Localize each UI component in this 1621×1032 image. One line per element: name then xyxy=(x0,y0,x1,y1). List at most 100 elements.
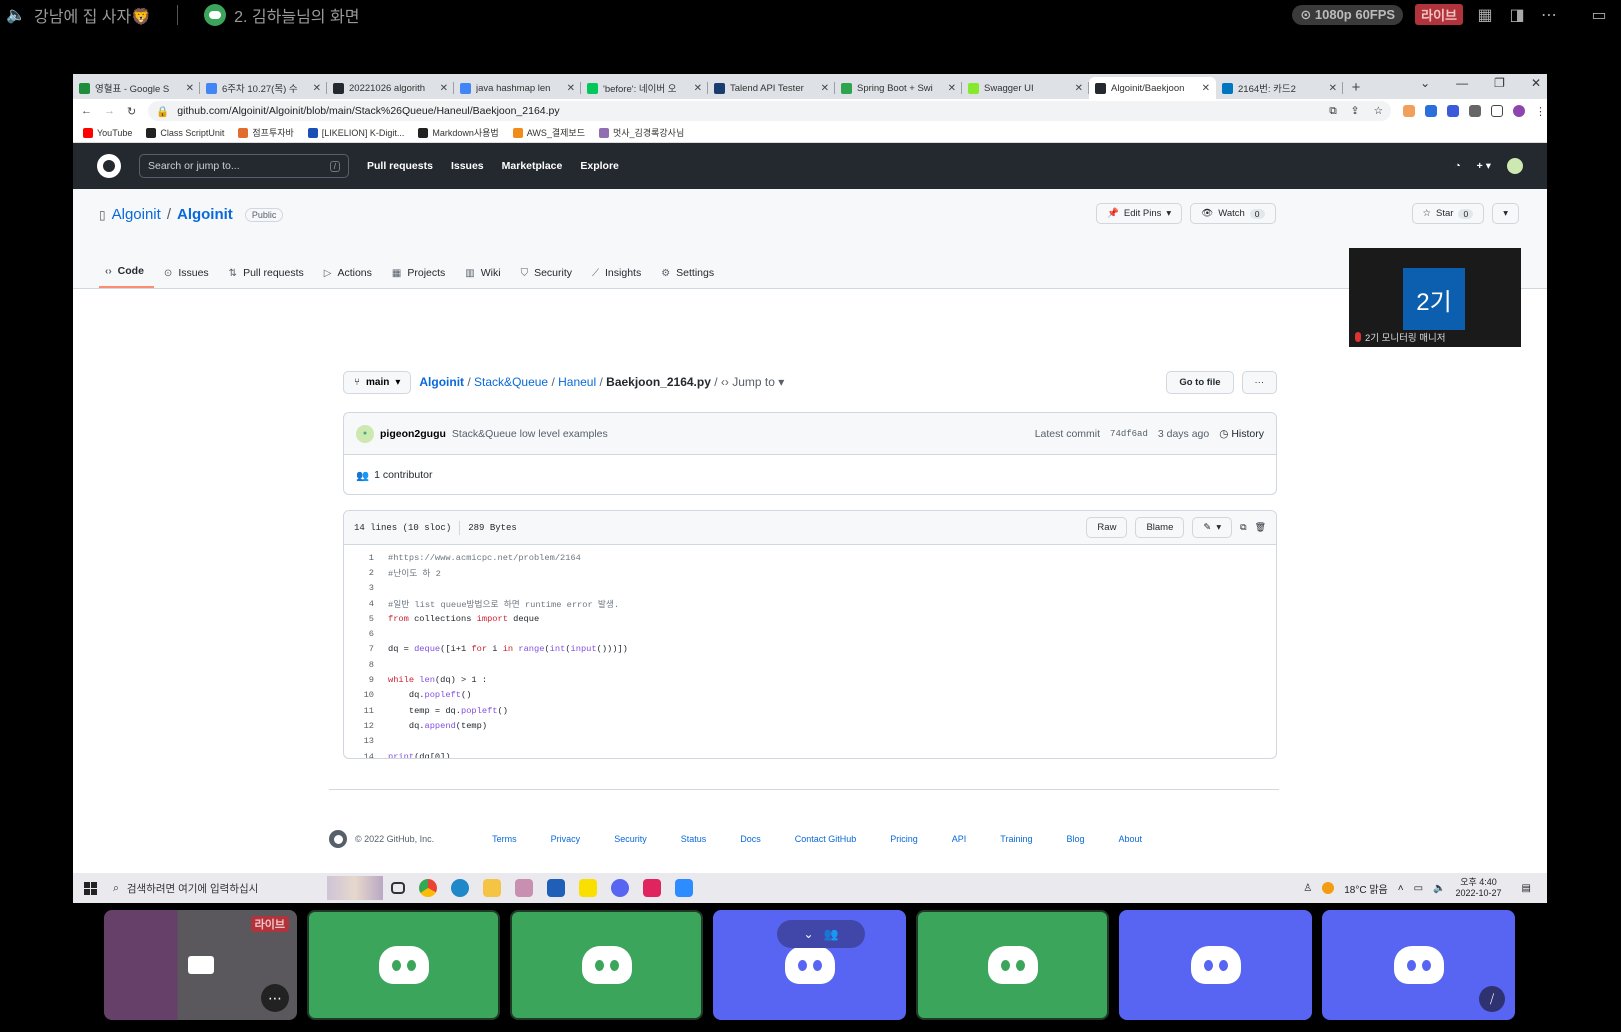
participant-avatar-tile[interactable] xyxy=(1119,910,1312,1020)
start-button[interactable] xyxy=(73,881,107,895)
chat-icon[interactable]: ▭ xyxy=(1589,5,1609,25)
file-explorer-icon[interactable] xyxy=(483,879,501,897)
more-options-button[interactable]: ··· xyxy=(1241,370,1277,394)
browser-tab[interactable]: Talend API Tester ✕ xyxy=(708,77,835,99)
bookmark-item[interactable]: 점프투자바 xyxy=(238,126,294,139)
clock[interactable]: 오후 4:40 2022-10-27 xyxy=(1456,877,1502,899)
repo-tab-actions[interactable]: ▷ Actions xyxy=(318,267,382,288)
tab-close-icon[interactable]: ✕ xyxy=(948,83,956,94)
branch-selector[interactable]: ⑂ main ▾ xyxy=(343,370,412,394)
author-avatar[interactable]: ● xyxy=(356,424,374,443)
url-field[interactable]: 🔒 github.com/Algoinit/Algoinit/blob/main… xyxy=(148,101,1391,121)
back-icon[interactable]: ← xyxy=(81,105,92,117)
footer-link[interactable]: Security xyxy=(614,834,647,844)
minimize-icon[interactable]: — xyxy=(1456,76,1468,90)
more-icon[interactable]: ⋯ xyxy=(261,984,289,1012)
reload-icon[interactable]: ↻ xyxy=(127,105,136,118)
kakaotalk-icon[interactable] xyxy=(579,879,597,897)
browser-tab[interactable]: 20221026 algorith ✕ xyxy=(327,77,454,99)
trash-icon[interactable]: 🗑 xyxy=(1255,522,1266,533)
task-view-icon[interactable] xyxy=(391,882,405,894)
repo-tab-issues[interactable]: ⊙ Issues xyxy=(158,267,219,288)
create-new-icon[interactable]: + ▾ xyxy=(1477,160,1491,172)
nav-marketplace[interactable]: Marketplace xyxy=(502,160,563,172)
line-number[interactable]: 11 xyxy=(344,706,374,716)
line-number[interactable]: 13 xyxy=(344,736,374,746)
browser-tab[interactable]: Algoinit/Baekjoon ✕ xyxy=(1089,77,1216,99)
line-number[interactable]: 2 xyxy=(344,568,374,578)
footer-link[interactable]: Terms xyxy=(492,834,517,844)
notifications-icon[interactable]: ◔ xyxy=(1454,160,1460,172)
notification-center-icon[interactable]: ▤ xyxy=(1522,883,1531,894)
go-to-file-button[interactable]: Go to file xyxy=(1166,370,1234,394)
github-logo-icon[interactable] xyxy=(97,154,121,178)
sidepanel-icon[interactable] xyxy=(1491,105,1503,117)
line-number[interactable]: 1 xyxy=(344,553,374,563)
repo-tab-settings[interactable]: ⚙ Settings xyxy=(655,267,724,288)
restore-icon[interactable]: ❐ xyxy=(1494,76,1505,90)
copy-icon[interactable]: ⧉ xyxy=(1240,522,1246,533)
bookmark-item[interactable]: [LIKELION] K-Digit... xyxy=(307,127,404,138)
repo-tab-projects[interactable]: ▦ Projects xyxy=(386,267,455,288)
raw-button[interactable]: Raw xyxy=(1086,517,1128,538)
tab-close-icon[interactable]: ✕ xyxy=(313,83,321,94)
line-number[interactable]: 12 xyxy=(344,721,374,731)
tab-close-icon[interactable]: ✕ xyxy=(1075,83,1083,94)
tab-close-icon[interactable]: ✕ xyxy=(567,83,575,94)
repo-owner-link[interactable]: Algoinit xyxy=(112,206,161,223)
extension-k-icon[interactable] xyxy=(1425,105,1437,117)
tab-close-icon[interactable]: ✕ xyxy=(186,83,194,94)
breadcrumb-root[interactable]: Algoinit xyxy=(419,375,464,389)
browser-tab[interactable]: Swagger UI ✕ xyxy=(962,77,1089,99)
store-icon[interactable] xyxy=(547,879,565,897)
breadcrumb-subfolder[interactable]: Haneul xyxy=(558,375,596,389)
footer-link[interactable]: About xyxy=(1119,834,1143,844)
chrome-icon[interactable] xyxy=(419,879,437,897)
bookmark-item[interactable]: YouTube xyxy=(83,127,132,138)
new-tab-button[interactable]: + xyxy=(1343,77,1369,99)
kebab-menu-icon[interactable]: ⋮ xyxy=(1535,105,1546,118)
nav-pull-requests[interactable]: Pull requests xyxy=(367,160,433,172)
github-search-input[interactable]: Search or jump to... / xyxy=(139,154,349,178)
intellij-icon[interactable] xyxy=(643,879,661,897)
app-icon[interactable] xyxy=(515,879,533,897)
profile-avatar[interactable] xyxy=(1513,105,1525,117)
user-avatar[interactable] xyxy=(1507,158,1523,174)
line-number[interactable]: 9 xyxy=(344,675,374,685)
contributors-count[interactable]: 1 contributor xyxy=(374,469,432,481)
jump-to-dropdown[interactable]: ‹› Jump to ▾ xyxy=(721,375,784,389)
browser-tab[interactable]: 영혈표 - Google S ✕ xyxy=(73,77,200,99)
commit-sha[interactable]: 74df6ad xyxy=(1110,429,1148,439)
commit-message[interactable]: Stack&Queue low level examples xyxy=(452,428,608,440)
edge-icon[interactable] xyxy=(451,879,469,897)
participant-avatar-tile[interactable]: ⧸ xyxy=(1322,910,1515,1020)
bookmark-item[interactable]: Class ScriptUnit xyxy=(146,127,224,138)
line-number[interactable]: 3 xyxy=(344,583,374,593)
commit-author[interactable]: pigeon2gugu xyxy=(380,428,446,440)
forward-icon[interactable]: → xyxy=(104,105,115,117)
footer-link[interactable]: Blog xyxy=(1066,834,1084,844)
popout-icon[interactable]: ◨ xyxy=(1507,5,1527,25)
repo-name-link[interactable]: Algoinit xyxy=(177,206,233,223)
close-window-icon[interactable]: ✕ xyxy=(1531,76,1541,90)
tab-close-icon[interactable]: ✕ xyxy=(1329,83,1337,94)
github-footer-logo-icon[interactable] xyxy=(329,830,347,848)
participant-overlay[interactable]: 2기 2기 모니터링 매니저 xyxy=(1349,248,1521,347)
bookmark-item[interactable]: 멋사_김경록강사님 xyxy=(598,126,684,139)
tab-close-icon[interactable]: ✕ xyxy=(1202,83,1210,94)
metamask-icon[interactable] xyxy=(1403,105,1415,117)
line-number[interactable]: 10 xyxy=(344,690,374,700)
grid-layout-icon[interactable]: ▦ xyxy=(1475,5,1495,25)
edit-pins-button[interactable]: 📌 Edit Pins ▾ xyxy=(1096,203,1183,224)
zoom-icon[interactable] xyxy=(675,879,693,897)
tab-close-icon[interactable]: ✕ xyxy=(440,83,448,94)
star-dropdown-button[interactable]: ▾ xyxy=(1492,203,1519,224)
browser-tab[interactable]: 'before': 네이버 오 ✕ xyxy=(581,77,708,99)
line-number[interactable]: 5 xyxy=(344,614,374,624)
discord-app-icon[interactable] xyxy=(611,879,629,897)
breadcrumb-folder[interactable]: Stack&Queue xyxy=(474,375,548,389)
repo-tab-insights[interactable]: ⟋ Insights xyxy=(586,267,651,288)
participant-avatar-tile[interactable] xyxy=(307,910,500,1020)
nav-issues[interactable]: Issues xyxy=(451,160,484,172)
repo-tab-code[interactable]: ‹› Code xyxy=(99,265,154,288)
